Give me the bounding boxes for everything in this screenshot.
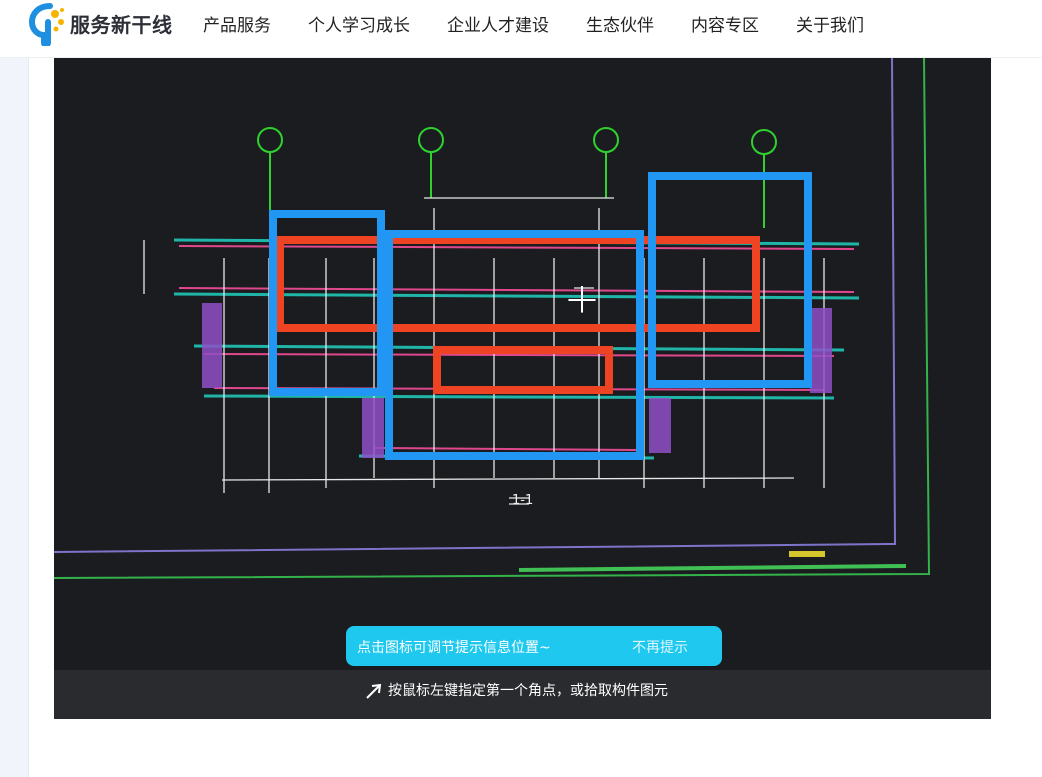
site-logo[interactable]: 服务新干线 bbox=[28, 0, 173, 46]
cad-screen-photo[interactable]: 1-1 点击图标可调节提示信息位置~ 不再提示 按鼠标左键指定第一个角点，或拾取… bbox=[54, 58, 991, 719]
left-sidebar-rail bbox=[0, 58, 29, 777]
nav-item-partners[interactable]: 生态伙伴 bbox=[586, 11, 654, 36]
nav-item-products[interactable]: 产品服务 bbox=[203, 11, 271, 36]
top-navigation-bar: 服务新干线 产品服务 个人学习成长 企业人才建设 生态伙伴 内容专区 关于我们 bbox=[0, 0, 1042, 58]
nav-item-content-zone[interactable]: 内容专区 bbox=[691, 11, 759, 36]
tooltip-dismiss-button[interactable]: 不再提示 bbox=[632, 640, 688, 656]
nav-item-enterprise-talent[interactable]: 企业人才建设 bbox=[447, 11, 549, 36]
logo-icon bbox=[28, 3, 64, 46]
command-prompt: 按鼠标左键指定第一个角点，或拾取构件图元 bbox=[388, 682, 668, 699]
nav-item-about-us[interactable]: 关于我们 bbox=[796, 11, 864, 36]
logo-text: 服务新干线 bbox=[70, 12, 173, 37]
nav-item-personal-growth[interactable]: 个人学习成长 bbox=[308, 11, 410, 36]
main-nav: 产品服务 个人学习成长 企业人才建设 生态伙伴 内容专区 关于我们 bbox=[203, 0, 901, 46]
tooltip-text: 点击图标可调节提示信息位置~ bbox=[357, 639, 551, 656]
hint-tooltip[interactable]: 点击图标可调节提示信息位置~ 不再提示 bbox=[346, 626, 722, 666]
cad-drawing-image: 1-1 点击图标可调节提示信息位置~ 不再提示 按鼠标左键指定第一个角点，或拾取… bbox=[54, 58, 991, 719]
section-label: 1-1 bbox=[512, 493, 533, 508]
